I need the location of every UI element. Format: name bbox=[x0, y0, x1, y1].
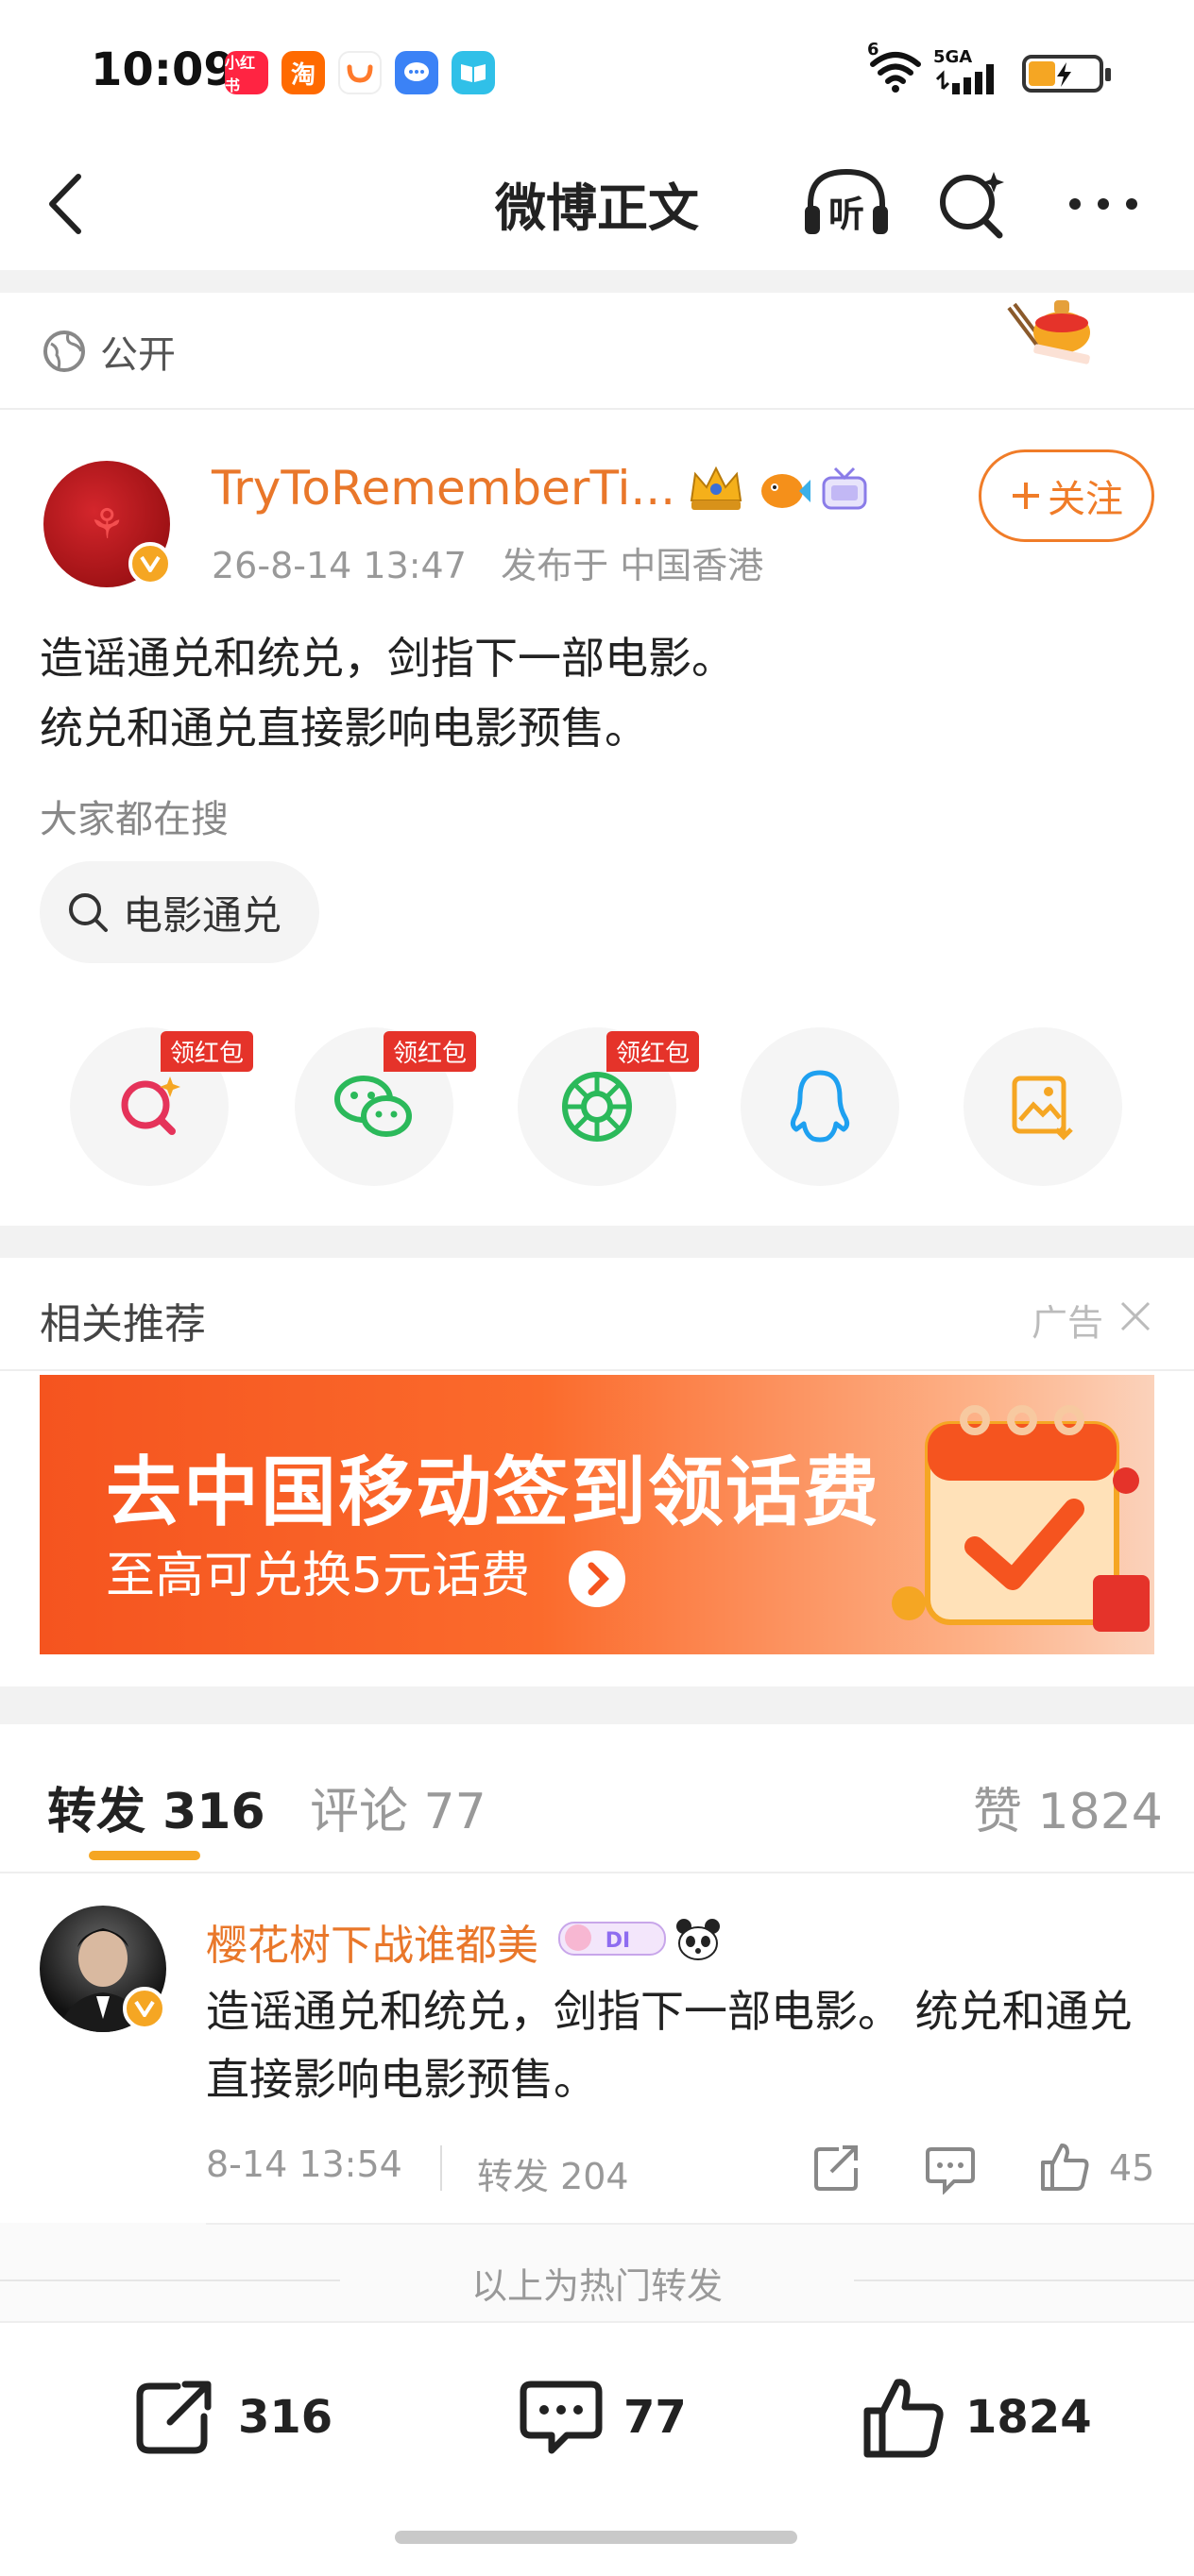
post-text-line: 统兑和通兑直接影响电影预售。 bbox=[40, 703, 648, 754]
close-ad-icon[interactable] bbox=[1117, 1297, 1154, 1339]
member-badge-icon: DI bbox=[557, 1915, 667, 1964]
taobao-icon: 淘 bbox=[281, 51, 325, 94]
divider bbox=[0, 1226, 1194, 1258]
comment-icon bbox=[520, 2381, 603, 2454]
repost-like-icon[interactable] bbox=[1037, 2140, 1090, 2196]
save-image-icon bbox=[1012, 1076, 1073, 1141]
visibility-label: 公开 bbox=[100, 333, 176, 377]
hot-end-label: 以上为热门转发 bbox=[470, 2265, 723, 2307]
home-indicator[interactable] bbox=[395, 2531, 797, 2544]
post-meta: 26-8-14 13:47 发布于 中国香港 bbox=[212, 536, 763, 588]
recommend-title: 相关推荐 bbox=[40, 1300, 206, 1348]
forward-icon bbox=[136, 2381, 212, 2454]
ad-banner[interactable]: 去中国移动签到领话费 至高可兑换5元话费 bbox=[40, 1375, 1154, 1654]
author-name[interactable]: TryToRememberTi... bbox=[212, 461, 675, 516]
hot-search-chip[interactable]: 电影通兑 bbox=[40, 861, 320, 963]
page-title: 微博正文 bbox=[495, 178, 699, 238]
repost-forward-count[interactable]: 转发 204 bbox=[477, 2147, 629, 2199]
svg-text:DI: DI bbox=[606, 1929, 630, 1953]
visibility-row: 公开 bbox=[42, 329, 176, 377]
tab-comment[interactable]: 评论 77 bbox=[310, 1771, 486, 1842]
like-icon bbox=[863, 2379, 944, 2458]
repost-comment-icon[interactable] bbox=[924, 2144, 977, 2198]
crown-badge-icon bbox=[686, 463, 746, 519]
tv-badge-icon bbox=[820, 466, 869, 517]
plus-icon bbox=[1013, 483, 1039, 509]
divider bbox=[0, 1686, 1194, 1724]
post-location: 发布于 中国香港 bbox=[501, 545, 764, 586]
hot-search-label: 大家都在搜 bbox=[40, 798, 229, 841]
active-tab-indicator bbox=[89, 1851, 200, 1860]
comment-button[interactable]: 77 bbox=[518, 2372, 687, 2463]
tab-like[interactable]: 赞 1824 bbox=[973, 1771, 1163, 1842]
banner-subtitle: 至高可兑换5元话费 bbox=[106, 1535, 627, 1609]
reader-app-icon bbox=[452, 51, 495, 94]
qq-share-button[interactable] bbox=[741, 1027, 899, 1186]
search-button[interactable] bbox=[933, 166, 1009, 242]
battery-icon bbox=[1022, 55, 1111, 93]
signal-prefix: 6 bbox=[867, 40, 879, 59]
fish-badge-icon bbox=[756, 465, 812, 519]
qq-icon bbox=[790, 1070, 850, 1143]
message-app-icon bbox=[395, 51, 438, 94]
repost-share-icon[interactable] bbox=[810, 2142, 863, 2198]
divider bbox=[440, 2145, 442, 2191]
repost-like-count: 45 bbox=[1109, 2147, 1155, 2189]
svg-text:听: 听 bbox=[828, 194, 864, 235]
divider bbox=[0, 1872, 1194, 1873]
post-timestamp: 26-8-14 13:47 bbox=[212, 545, 467, 586]
divider bbox=[206, 2223, 1194, 2225]
like-button[interactable]: 1824 bbox=[860, 2372, 1092, 2463]
moments-icon bbox=[562, 1072, 632, 1142]
banner-title: 去中国移动签到领话费 bbox=[106, 1449, 880, 1536]
calendar-check-icon bbox=[892, 1405, 1150, 1632]
wechat-icon bbox=[334, 1076, 412, 1137]
divider bbox=[0, 408, 1194, 410]
repost-time: 8-14 13:54 bbox=[206, 2144, 402, 2185]
repost-user-name[interactable]: 樱花树下战谁都美 bbox=[206, 1911, 538, 1972]
status-time: 10:09 bbox=[91, 43, 235, 96]
globe-icon bbox=[43, 330, 85, 372]
red-packet-badge: 领红包 bbox=[161, 1031, 254, 1072]
red-packet-badge: 领红包 bbox=[606, 1031, 700, 1072]
tab-forward[interactable]: 转发 316 bbox=[47, 1771, 265, 1842]
post-text: 造谣通兑和统兑，剑指下一部电影。 统兑和通兑直接影响电影预售。 bbox=[40, 623, 1154, 763]
arrow-right-circle-icon bbox=[568, 1551, 625, 1607]
divider bbox=[0, 270, 1194, 293]
listen-button[interactable]: 听 bbox=[799, 166, 894, 242]
post-text-line: 造谣通兑和统兑，剑指下一部电影。 bbox=[40, 633, 735, 684]
follow-button[interactable]: 关注 bbox=[979, 449, 1154, 542]
search-icon bbox=[69, 893, 108, 932]
verified-badge-icon bbox=[128, 542, 172, 585]
divider bbox=[0, 1369, 1194, 1371]
more-button[interactable] bbox=[1066, 166, 1141, 242]
save-image-share-button[interactable] bbox=[964, 1027, 1122, 1186]
didi-icon bbox=[338, 51, 382, 94]
repost-text: 造谣通兑和统兑，剑指下一部电影。 统兑和通兑直接影响电影预售。 bbox=[206, 1986, 1133, 2105]
verified-badge-icon bbox=[123, 1987, 166, 2030]
red-packet-badge: 领红包 bbox=[384, 1031, 477, 1072]
cell-signal-icon bbox=[933, 60, 1005, 98]
svg-text:⚘: ⚘ bbox=[88, 500, 125, 549]
forward-button[interactable]: 316 bbox=[132, 2372, 333, 2463]
panda-icon bbox=[674, 1917, 722, 1966]
weibo-search-icon bbox=[121, 1076, 180, 1135]
ad-label: 广告 bbox=[1032, 1302, 1104, 1344]
xiaohongshu-icon: 小红书 bbox=[225, 51, 268, 94]
hotpot-sticker-icon bbox=[996, 295, 1100, 374]
